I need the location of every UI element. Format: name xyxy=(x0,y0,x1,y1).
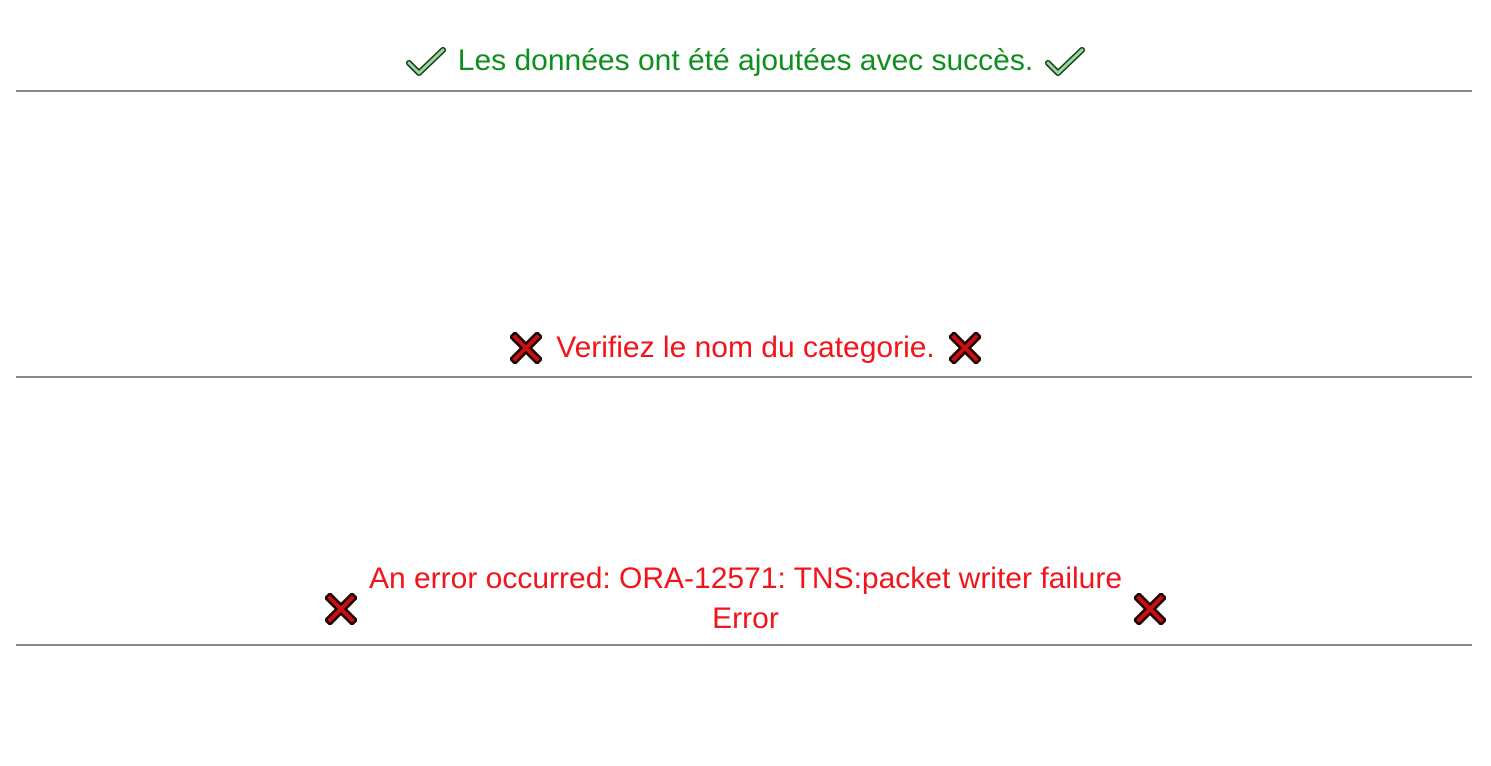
check-icon xyxy=(1045,46,1086,76)
divider xyxy=(16,644,1472,646)
divider xyxy=(16,376,1472,378)
database-error-line-1: An error occurred: ORA-12571: TNS:packet… xyxy=(368,562,1123,595)
success-message: Les données ont été ajoutées avec succès… xyxy=(0,41,1491,81)
success-message-text: Les données ont été ajoutées avec succès… xyxy=(457,44,1034,77)
cross-icon xyxy=(324,593,357,625)
cross-icon xyxy=(948,332,981,364)
check-icon xyxy=(405,46,446,76)
database-error-message: An error occurred: ORA-12571: TNS:packet… xyxy=(0,557,1491,641)
category-error-text: Verifiez le nom du categorie. xyxy=(556,331,935,364)
category-error-message: Verifiez le nom du categorie. xyxy=(0,328,1491,368)
database-error-text: An error occurred: ORA-12571: TNS:packet… xyxy=(369,559,1122,639)
divider xyxy=(16,90,1472,92)
cross-icon xyxy=(510,332,543,364)
database-error-line-2: Error xyxy=(712,602,779,635)
cross-icon xyxy=(1134,593,1167,625)
